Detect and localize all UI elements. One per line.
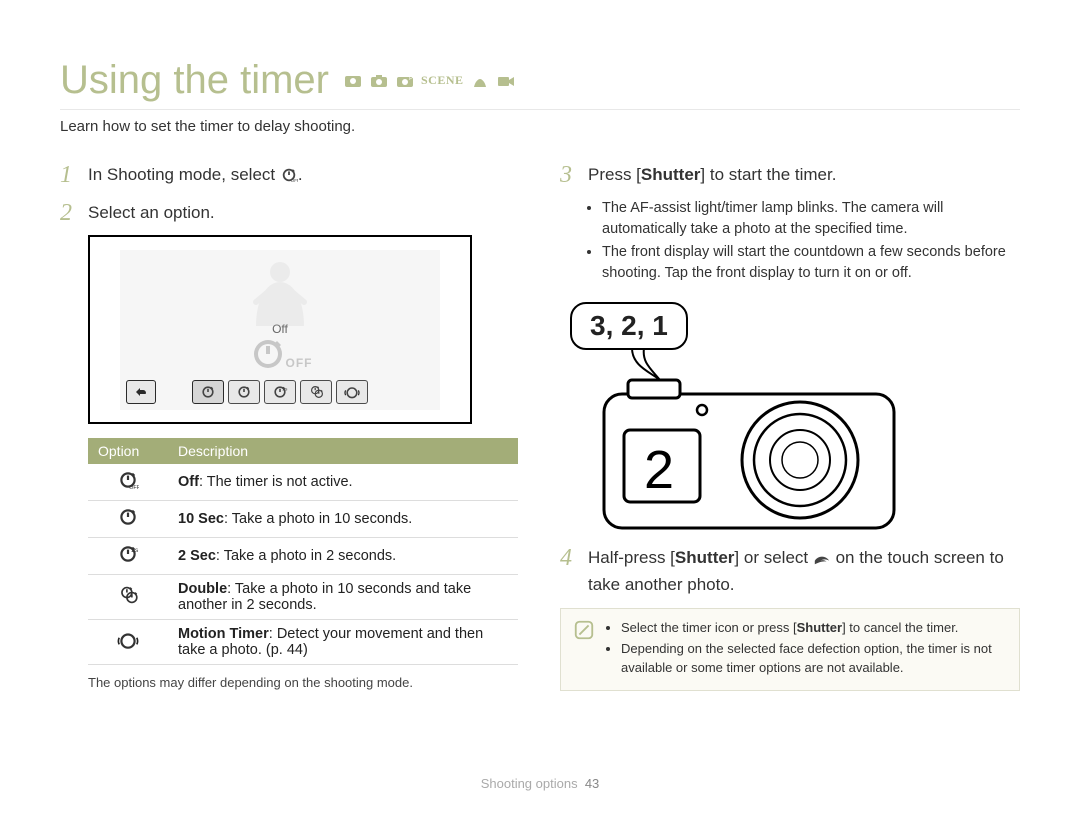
note-item: Select the timer icon or press [Shutter]… xyxy=(621,619,1007,638)
svg-text:OFF: OFF xyxy=(291,178,298,183)
table-row: 2s 2 Sec: Take a photo in 2 seconds. xyxy=(88,538,518,575)
scene-icon: SCENE xyxy=(421,73,464,88)
note-icon xyxy=(573,619,595,680)
timer-off-large-icon: OFF xyxy=(248,334,313,374)
option-desc-cell: 2 Sec: Take a photo in 2 seconds. xyxy=(168,538,518,575)
table-row: 10 Sec: Take a photo in 10 seconds. xyxy=(88,501,518,538)
option-motion[interactable] xyxy=(336,380,368,404)
camera-lcd-screenshot: Off OFF 2s xyxy=(88,235,472,424)
swoosh-icon xyxy=(813,549,831,574)
step-3-bullets: The AF-assist light/timer lamp blinks. T… xyxy=(588,198,1020,284)
table-row: Double: Take a photo in 10 seconds and t… xyxy=(88,575,518,620)
option-icon-cell xyxy=(88,575,168,620)
page-title: Using the timer P SCENE xyxy=(60,58,1020,103)
option-desc-cell: Off: The timer is not active. xyxy=(168,464,518,501)
step-2: 2 Select an option. xyxy=(60,201,520,226)
svg-text:2s: 2s xyxy=(282,386,288,392)
timer-option-row: 2s xyxy=(192,380,368,404)
timer-off-icon: OFF xyxy=(280,166,298,191)
option-icon-cell xyxy=(88,620,168,665)
option-10s[interactable] xyxy=(228,380,260,404)
program-icon: P xyxy=(395,73,415,89)
option-2s[interactable]: 2s xyxy=(264,380,296,404)
step-4: 4 Half-press [Shutter] or select on the … xyxy=(560,546,1020,598)
back-button[interactable] xyxy=(126,380,156,404)
option-icon-cell: 2s xyxy=(88,538,168,575)
svg-text:2s: 2s xyxy=(131,547,139,554)
front-display-digit: 2 xyxy=(644,440,674,500)
note-box: Select the timer icon or press [Shutter]… xyxy=(560,608,1020,691)
table-row: Motion Timer: Detect your movement and t… xyxy=(88,620,518,665)
option-off[interactable] xyxy=(192,380,224,404)
th-option: Option xyxy=(88,438,168,464)
table-row: OFF Off: The timer is not active. xyxy=(88,464,518,501)
camera-illustration: 3, 2, 1 2 xyxy=(560,302,940,532)
bubble-tail xyxy=(630,348,670,388)
dual-icon xyxy=(470,73,490,89)
right-column: 3 Press [Shutter] to start the timer. Th… xyxy=(560,163,1020,691)
options-table: Option Description OFF Off: The timer is … xyxy=(88,438,518,665)
option-icon-cell xyxy=(88,501,168,538)
option-double[interactable] xyxy=(300,380,332,404)
svg-text:P: P xyxy=(409,76,413,82)
option-desc-cell: Motion Timer: Detect your movement and t… xyxy=(168,620,518,665)
subtitle: Learn how to set the timer to delay shoo… xyxy=(60,118,1020,135)
option-icon-cell: OFF xyxy=(88,464,168,501)
title-text: Using the timer xyxy=(60,58,329,103)
smart-icon xyxy=(343,73,363,89)
option-desc-cell: Double: Take a photo in 10 seconds and t… xyxy=(168,575,518,620)
page-footer: Shooting options 43 xyxy=(0,776,1080,791)
th-desc: Description xyxy=(168,438,518,464)
step-1: 1 In Shooting mode, select OFF . xyxy=(60,163,520,191)
camera-body: 2 xyxy=(600,374,900,534)
movie-icon xyxy=(496,73,516,89)
table-footnote: The options may differ depending on the … xyxy=(88,675,520,690)
person-silhouette xyxy=(240,256,320,326)
step-3: 3 Press [Shutter] to start the timer. xyxy=(560,163,1020,188)
mode-icons: P SCENE xyxy=(343,73,516,89)
countdown-bubble: 3, 2, 1 xyxy=(570,302,688,350)
left-column: 1 In Shooting mode, select OFF . 2 Selec… xyxy=(60,163,520,691)
svg-text:OFF: OFF xyxy=(129,485,139,490)
note-item: Depending on the selected face defection… xyxy=(621,640,1007,678)
option-desc-cell: 10 Sec: Take a photo in 10 seconds. xyxy=(168,501,518,538)
camera-icon xyxy=(369,73,389,89)
